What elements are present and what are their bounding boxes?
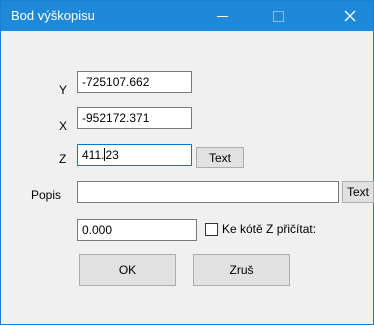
maximize-icon	[272, 10, 284, 22]
popis-label: Popis	[31, 188, 62, 202]
x-label: X	[59, 119, 68, 133]
add-to-z-checkbox[interactable]	[205, 223, 218, 236]
title-bar[interactable]: Bod výškopisu	[1, 1, 373, 31]
z-value-after-caret: 23	[105, 148, 119, 162]
y-label: Y	[59, 83, 68, 97]
close-icon	[344, 10, 356, 22]
z-input[interactable]: 411.23	[77, 144, 192, 166]
popis-input[interactable]	[77, 181, 339, 203]
x-input[interactable]: -952172.371	[77, 107, 192, 129]
offset-input[interactable]: 0.000	[77, 219, 197, 241]
z-text-button[interactable]: Text	[196, 147, 244, 168]
cancel-button[interactable]: Zruš	[193, 254, 290, 286]
add-to-z-label[interactable]: Ke kótě Z přičítat:	[222, 222, 316, 236]
z-label: Z	[59, 152, 67, 166]
z-value-before-caret: 411.	[82, 148, 105, 162]
ok-button[interactable]: OK	[79, 254, 176, 286]
window-title: Bod výškopisu	[11, 8, 95, 23]
y-input[interactable]: -725107.662	[77, 71, 192, 93]
minimize-button[interactable]	[199, 1, 245, 31]
maximize-button	[255, 1, 301, 31]
dialog-window: Bod výškopisu Y -725107.662 X -952172.37…	[0, 0, 374, 325]
minimize-icon	[216, 15, 228, 17]
popis-text-button[interactable]: Text	[342, 181, 374, 203]
close-button[interactable]	[327, 1, 373, 31]
